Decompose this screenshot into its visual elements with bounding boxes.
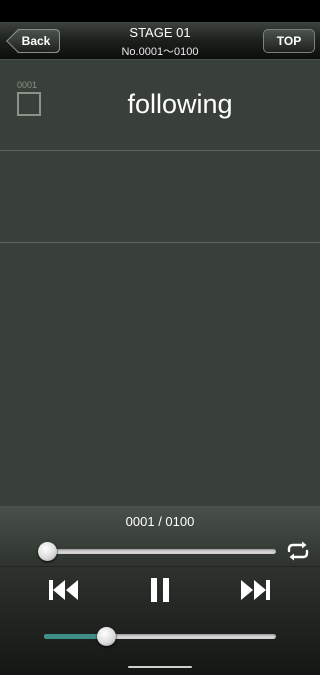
header: Back STAGE 01 No.0001〜0100 TOP	[0, 22, 320, 60]
screen: Back STAGE 01 No.0001〜0100 TOP 0001 foll…	[0, 0, 320, 675]
skip-previous-icon[interactable]	[46, 577, 82, 603]
repeat-icon[interactable]	[285, 540, 311, 562]
track-counter: 0001 / 0100	[125, 514, 195, 529]
top-button[interactable]: TOP	[263, 29, 315, 53]
status-bar	[0, 0, 320, 22]
progress-thumb[interactable]	[38, 542, 57, 561]
answer-area[interactable]	[0, 151, 320, 243]
top-button-label: TOP	[276, 34, 302, 48]
skip-next-icon[interactable]	[237, 577, 273, 603]
progress-track[interactable]	[44, 549, 276, 554]
speed-thumb[interactable]	[97, 627, 117, 646]
card-word: following	[127, 89, 233, 119]
word-card: 0001 following	[0, 61, 320, 151]
player-footer: 0001 / 0100	[0, 506, 320, 675]
home-indicator	[128, 666, 192, 668]
card-checkbox[interactable]	[17, 92, 41, 116]
controls-divider	[0, 566, 320, 567]
card-number: 0001	[17, 80, 38, 90]
pause-icon[interactable]	[145, 575, 175, 605]
